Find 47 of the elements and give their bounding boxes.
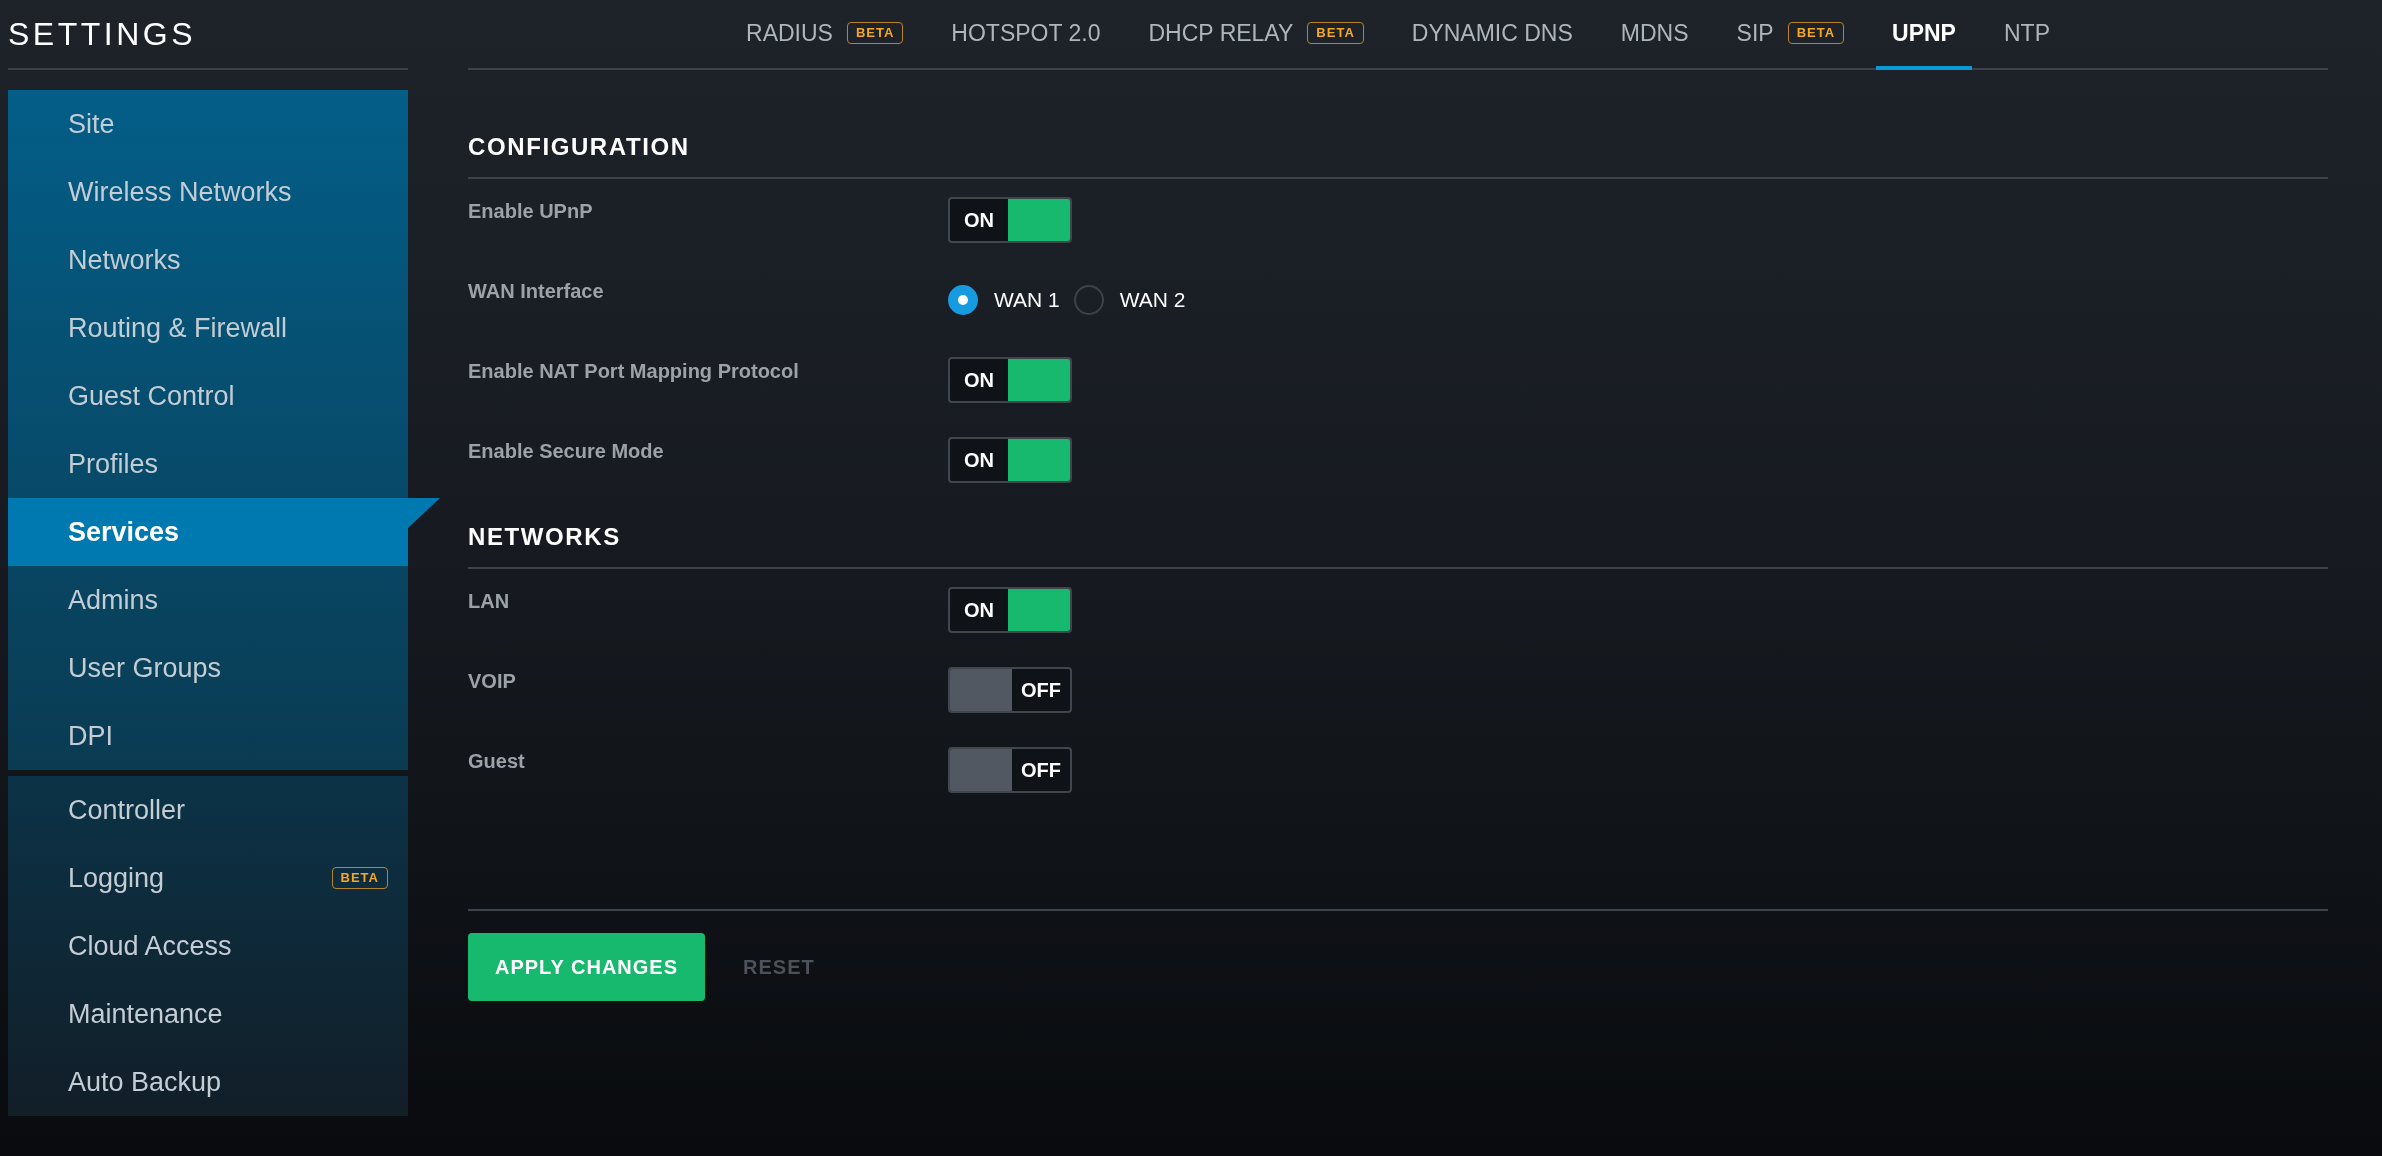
sidebar-item[interactable]: Maintenance (8, 980, 408, 1048)
setting-label: Enable NAT Port Mapping Protocol (468, 359, 800, 383)
sidebar-item[interactable]: Wireless Networks (8, 158, 408, 226)
setting-label: WAN Interface (468, 279, 605, 303)
section-heading: NETWORKS (468, 522, 621, 552)
sidebar-item[interactable]: DPI (8, 702, 408, 770)
tab[interactable]: RADIUS BETA (730, 0, 920, 70)
beta-badge: BETA (846, 22, 904, 44)
toggle-switch[interactable]: ON (948, 197, 1072, 243)
sidebar-item[interactable]: Logging BETA (8, 844, 408, 912)
setting-label: LAN (468, 589, 511, 613)
sidebar-item[interactable]: Admins (8, 566, 408, 634)
sidebar-item[interactable]: Auto Backup (8, 1048, 408, 1116)
radio-label: WAN 2 (1119, 288, 1186, 312)
selection-pointer (408, 498, 440, 528)
setting-label: VOIP (468, 669, 517, 693)
tab[interactable]: MDNS (1604, 0, 1705, 70)
beta-badge: BETA (331, 867, 388, 889)
sidebar-item[interactable]: Cloud Access (8, 912, 408, 980)
radio-label: WAN 1 (994, 288, 1060, 312)
setting-label: Enable Secure Mode (468, 439, 665, 463)
tab[interactable]: HOTSPOT 2.0 (935, 0, 1117, 70)
tab[interactable]: DHCP RELAY BETA (1132, 0, 1380, 70)
toggle-switch[interactable]: OFF (948, 747, 1072, 793)
sidebar-item[interactable]: Routing & Firewall (8, 294, 408, 362)
section-heading: CONFIGURATION (468, 132, 690, 162)
beta-badge: BETA (1307, 22, 1364, 44)
tab[interactable]: SIP BETA (1720, 0, 1861, 70)
beta-badge: BETA (1787, 22, 1845, 44)
toggle-switch[interactable]: ON (948, 357, 1072, 403)
sidebar-item[interactable]: Guest Control (8, 362, 408, 430)
toggle-switch[interactable]: ON (948, 587, 1072, 633)
tab[interactable]: UPNP (1876, 0, 1972, 70)
toggle-switch[interactable]: OFF (948, 667, 1072, 713)
sidebar-item[interactable]: Networks (8, 226, 408, 294)
radio-button[interactable] (948, 285, 978, 315)
radio-button[interactable] (1073, 285, 1104, 315)
tab[interactable]: NTP (1987, 0, 2066, 70)
settings-title: SETTINGS (8, 15, 196, 52)
sidebar-item[interactable]: Site (8, 90, 408, 158)
sidebar-item[interactable]: User Groups (8, 634, 408, 702)
tab[interactable]: DYNAMIC DNS (1395, 0, 1589, 70)
sidebar-item[interactable]: Profiles (8, 430, 408, 498)
toggle-switch[interactable]: ON (948, 437, 1072, 483)
setting-label: Enable UPnP (468, 199, 594, 223)
setting-label: Guest (468, 749, 526, 773)
sidebar-item[interactable]: Controller (8, 776, 408, 844)
